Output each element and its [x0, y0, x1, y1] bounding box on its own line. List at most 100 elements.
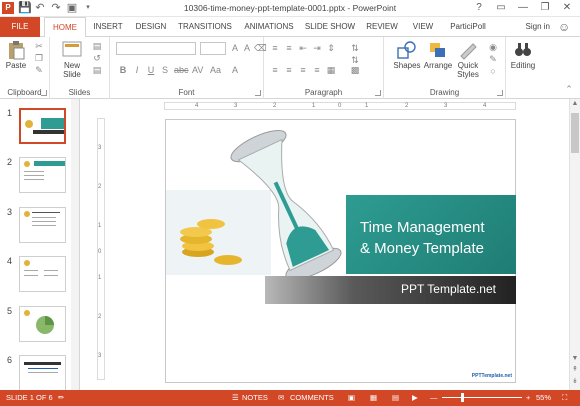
align-left-icon[interactable]: ≡ — [270, 65, 280, 75]
thumbnail-slide-3[interactable] — [19, 207, 66, 243]
numbering-icon[interactable]: ≡ — [284, 43, 294, 53]
minimize-button[interactable]: — — [512, 0, 534, 16]
tab-file[interactable]: FILE — [0, 17, 40, 37]
comments-button[interactable]: COMMENTS — [290, 390, 334, 406]
fit-slide-icon[interactable]: ⛶ — [562, 390, 567, 406]
tab-slide-show[interactable]: SLIDE SHOW — [304, 17, 356, 37]
increase-indent-icon[interactable]: ⇥ — [312, 43, 322, 53]
collapse-ribbon-icon[interactable]: ⌃ — [564, 84, 574, 94]
notes-button[interactable]: NOTES — [242, 390, 268, 406]
section-icon[interactable]: ▤ — [92, 65, 102, 75]
change-case-icon[interactable]: Aa — [210, 65, 221, 75]
decrease-indent-icon[interactable]: ⇤ — [298, 43, 308, 53]
thumbnails-scrollbar[interactable] — [71, 99, 79, 390]
arrange-button[interactable]: Arrange — [422, 40, 454, 70]
thumbnail-6-preview — [24, 362, 61, 373]
ribbon-display-button[interactable]: ▭ — [490, 0, 512, 16]
zoom-out-icon[interactable]: — — [430, 390, 438, 406]
maximize-button[interactable]: ❐ — [534, 0, 556, 16]
paragraph-launcher-icon[interactable] — [375, 90, 381, 96]
char-spacing-icon[interactable]: AV — [192, 65, 203, 75]
tab-transitions[interactable]: TRANSITIONS — [176, 17, 234, 37]
normal-view-icon[interactable]: ▣ — [348, 390, 355, 406]
italic-icon[interactable]: I — [132, 65, 142, 75]
thumbnail-4-preview — [24, 260, 58, 276]
subtitle-banner[interactable]: PPT Template.net — [265, 276, 516, 304]
paste-button[interactable]: Paste — [4, 40, 28, 70]
scroll-thumb[interactable] — [571, 113, 579, 153]
zoom-level[interactable]: 55% — [536, 390, 551, 406]
shrink-font-icon[interactable]: A — [242, 43, 252, 53]
copy-icon[interactable]: ❐ — [34, 53, 44, 63]
shapes-button[interactable]: Shapes — [392, 40, 422, 70]
previous-slide-icon[interactable]: ↟ — [570, 365, 580, 375]
font-size-combo[interactable] — [200, 42, 226, 55]
cut-icon[interactable]: ✂ — [34, 41, 44, 51]
hourglass-coins-image[interactable] — [166, 120, 346, 280]
reading-view-icon[interactable]: ▤ — [392, 390, 399, 406]
slide-canvas[interactable]: Time Management & Money Template PPT Temp… — [165, 119, 516, 383]
reset-icon[interactable]: ↺ — [92, 53, 102, 63]
bullets-icon[interactable]: ≡ — [270, 43, 280, 53]
tab-design[interactable]: DESIGN — [131, 17, 171, 37]
spellcheck-icon[interactable]: ✏ — [58, 390, 64, 406]
layout-icon[interactable]: ▤ — [92, 41, 102, 51]
bold-icon[interactable]: B — [118, 65, 128, 75]
line-spacing-icon[interactable]: ⇕ — [326, 43, 336, 53]
align-center-icon[interactable]: ≡ — [284, 65, 294, 75]
clipboard-launcher-icon[interactable] — [41, 90, 47, 96]
ruler-tick: 1 — [312, 103, 316, 109]
columns-icon[interactable]: ▦ — [326, 65, 336, 75]
tab-animations[interactable]: ANIMATIONS — [240, 17, 298, 37]
thumbnail-slide-5[interactable] — [19, 306, 66, 342]
new-slide-button[interactable]: New Slide — [58, 40, 86, 79]
help-button[interactable]: ? — [468, 0, 490, 16]
zoom-slider-thumb[interactable] — [461, 393, 464, 402]
slide-title[interactable]: Time Management & Money Template — [360, 217, 485, 259]
tab-view[interactable]: VIEW — [408, 17, 438, 37]
next-slide-icon[interactable]: ↡ — [570, 377, 580, 387]
clear-format-icon[interactable]: ⌫ — [254, 43, 267, 53]
font-launcher-icon[interactable] — [255, 90, 261, 96]
smiley-feedback-icon[interactable]: ☺ — [558, 20, 572, 34]
sign-in-link[interactable]: Sign in — [526, 17, 550, 37]
thumbnail-slide-6[interactable] — [19, 355, 66, 390]
editor-scrollbar[interactable]: ▲ ▼ ↟ ↡ — [569, 99, 580, 390]
thumbnail-slide-4[interactable] — [19, 256, 66, 292]
scroll-up-icon[interactable]: ▲ — [570, 99, 580, 109]
thumbnail-slide-2[interactable] — [19, 157, 66, 193]
underline-icon[interactable]: U — [146, 65, 156, 75]
strikethrough-icon[interactable]: abc — [174, 65, 189, 75]
shape-outline-icon[interactable]: ✎ — [488, 54, 498, 64]
justify-icon[interactable]: ≡ — [312, 65, 322, 75]
font-name-combo[interactable] — [116, 42, 196, 55]
tab-home[interactable]: HOME — [44, 17, 86, 38]
thumbnail-2-preview — [24, 161, 65, 180]
font-color-icon[interactable]: A — [230, 65, 240, 75]
align-text-icon[interactable]: ⇅ — [350, 55, 360, 65]
drawing-launcher-icon[interactable] — [497, 90, 503, 96]
format-painter-icon[interactable]: ✎ — [34, 65, 44, 75]
scroll-down-icon[interactable]: ▼ — [570, 354, 580, 364]
text-direction-icon[interactable]: ⇅ — [350, 43, 360, 53]
align-right-icon[interactable]: ≡ — [298, 65, 308, 75]
shadow-icon[interactable]: S — [160, 65, 170, 75]
zoom-in-icon[interactable]: + — [526, 390, 530, 406]
editing-button[interactable]: Editing — [508, 40, 538, 70]
close-button[interactable]: ✕ — [556, 0, 578, 16]
slide-sorter-icon[interactable]: ▦ — [370, 390, 377, 406]
zoom-slider[interactable] — [442, 393, 522, 402]
tab-insert[interactable]: INSERT — [89, 17, 127, 37]
grow-font-icon[interactable]: A — [230, 43, 240, 53]
ruler-tick: 3 — [98, 145, 102, 151]
slideshow-view-icon[interactable]: ▶ — [412, 390, 418, 406]
shape-effects-icon[interactable]: ○ — [488, 66, 498, 76]
shape-fill-icon[interactable]: ◉ — [488, 42, 498, 52]
quick-styles-button[interactable]: Quick Styles — [454, 40, 482, 79]
tab-review[interactable]: REVIEW — [362, 17, 402, 37]
title-banner[interactable]: Time Management & Money Template — [346, 195, 516, 274]
smartart-icon[interactable]: ▩ — [350, 65, 360, 75]
tab-participoll[interactable]: ParticiPoll — [444, 17, 492, 37]
slide-subtitle[interactable]: PPT Template.net — [401, 282, 496, 296]
thumbnail-slide-1[interactable] — [19, 108, 66, 144]
